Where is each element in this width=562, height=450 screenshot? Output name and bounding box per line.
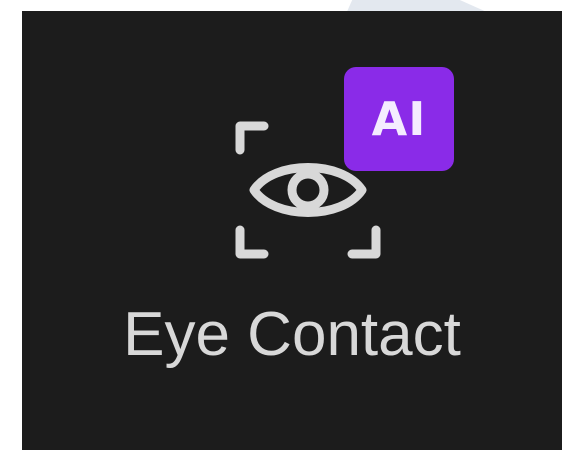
feature-label: Eye Contact [123, 300, 461, 369]
ai-badge: AI [344, 67, 454, 171]
page: AI Eye Contact [0, 0, 562, 450]
eye-contact-feature-tile[interactable]: AI Eye Contact [22, 11, 562, 450]
